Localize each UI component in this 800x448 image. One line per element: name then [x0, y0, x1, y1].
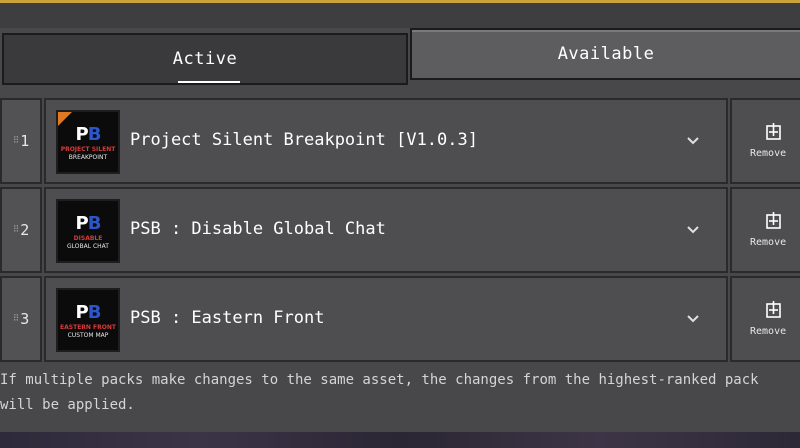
remove-button[interactable]: Remove: [730, 187, 800, 273]
tab-available[interactable]: Available: [410, 28, 800, 80]
pack-title: Project Silent Breakpoint [V1.0.3]: [130, 130, 478, 150]
thumb-subcaption: GLOBAL CHAT: [67, 243, 109, 250]
thumb-caption: PROJECT SILENT: [60, 146, 116, 153]
pack-rank: 1: [20, 132, 30, 150]
pack-rank: 3: [20, 310, 30, 328]
pack-logo: PB: [75, 302, 102, 323]
remove-button[interactable]: Remove: [730, 276, 800, 362]
drag-handle[interactable]: ⠿ 3: [0, 276, 42, 362]
pack-thumbnail: PB PROJECT SILENT BREAKPOINT: [56, 110, 120, 174]
remove-label: Remove: [750, 148, 787, 159]
pack-item[interactable]: PB PROJECT SILENT BREAKPOINT Project Sil…: [44, 98, 728, 184]
ranking-note: If multiple packs make changes to the sa…: [0, 372, 759, 413]
remove-pack-icon: [766, 123, 781, 140]
pack-logo: PB: [75, 213, 102, 234]
remove-pack-icon: [766, 301, 781, 318]
pack-thumbnail: PB DISABLE GLOBAL CHAT: [56, 199, 120, 263]
pack-thumbnail: PB EASTERN FRONT CUSTOM MAP: [56, 288, 120, 352]
thumb-caption: DISABLE: [73, 235, 103, 242]
chevron-down-icon[interactable]: [684, 221, 702, 239]
tab-active[interactable]: Active: [2, 33, 408, 85]
pack-rank: 2: [20, 221, 30, 239]
drag-handle[interactable]: ⠿ 2: [0, 187, 42, 273]
remove-label: Remove: [750, 237, 787, 248]
remove-pack-icon: [766, 212, 781, 229]
thumb-caption: EASTERN FRONT: [60, 324, 116, 331]
pack-title: PSB : Eastern Front: [130, 308, 325, 328]
tab-active-label: Active: [172, 49, 238, 69]
remove-label: Remove: [750, 326, 787, 337]
chevron-down-icon[interactable]: [684, 310, 702, 328]
thumb-subcaption: BREAKPOINT: [68, 154, 108, 161]
chevron-down-icon[interactable]: [684, 132, 702, 150]
pack-item[interactable]: PB DISABLE GLOBAL CHAT PSB : Disable Glo…: [44, 187, 728, 273]
remove-button[interactable]: Remove: [730, 98, 800, 184]
drag-handle[interactable]: ⠿ 1: [0, 98, 42, 184]
top-accent-line: [0, 0, 800, 3]
pack-row: ⠿ 3 PB EASTERN FRONT CUSTOM MAP PSB : Ea…: [0, 276, 800, 362]
pack-item[interactable]: PB EASTERN FRONT CUSTOM MAP PSB : Easter…: [44, 276, 728, 362]
pack-row: ⠿ 2 PB DISABLE GLOBAL CHAT PSB : Disable…: [0, 187, 800, 273]
tab-active-underline: [178, 81, 240, 83]
pack-logo: PB: [75, 124, 102, 145]
background-strip: [0, 432, 800, 448]
pack-title: PSB : Disable Global Chat: [130, 219, 386, 239]
thumb-subcaption: CUSTOM MAP: [67, 332, 109, 339]
grip-icon: ⠿: [12, 314, 20, 324]
pack-row: ⠿ 1 PB PROJECT SILENT BREAKPOINT Project…: [0, 98, 800, 184]
grip-icon: ⠿: [12, 136, 20, 146]
tab-available-label: Available: [557, 44, 655, 64]
grip-icon: ⠿: [12, 225, 20, 235]
top-bar: [0, 0, 800, 28]
